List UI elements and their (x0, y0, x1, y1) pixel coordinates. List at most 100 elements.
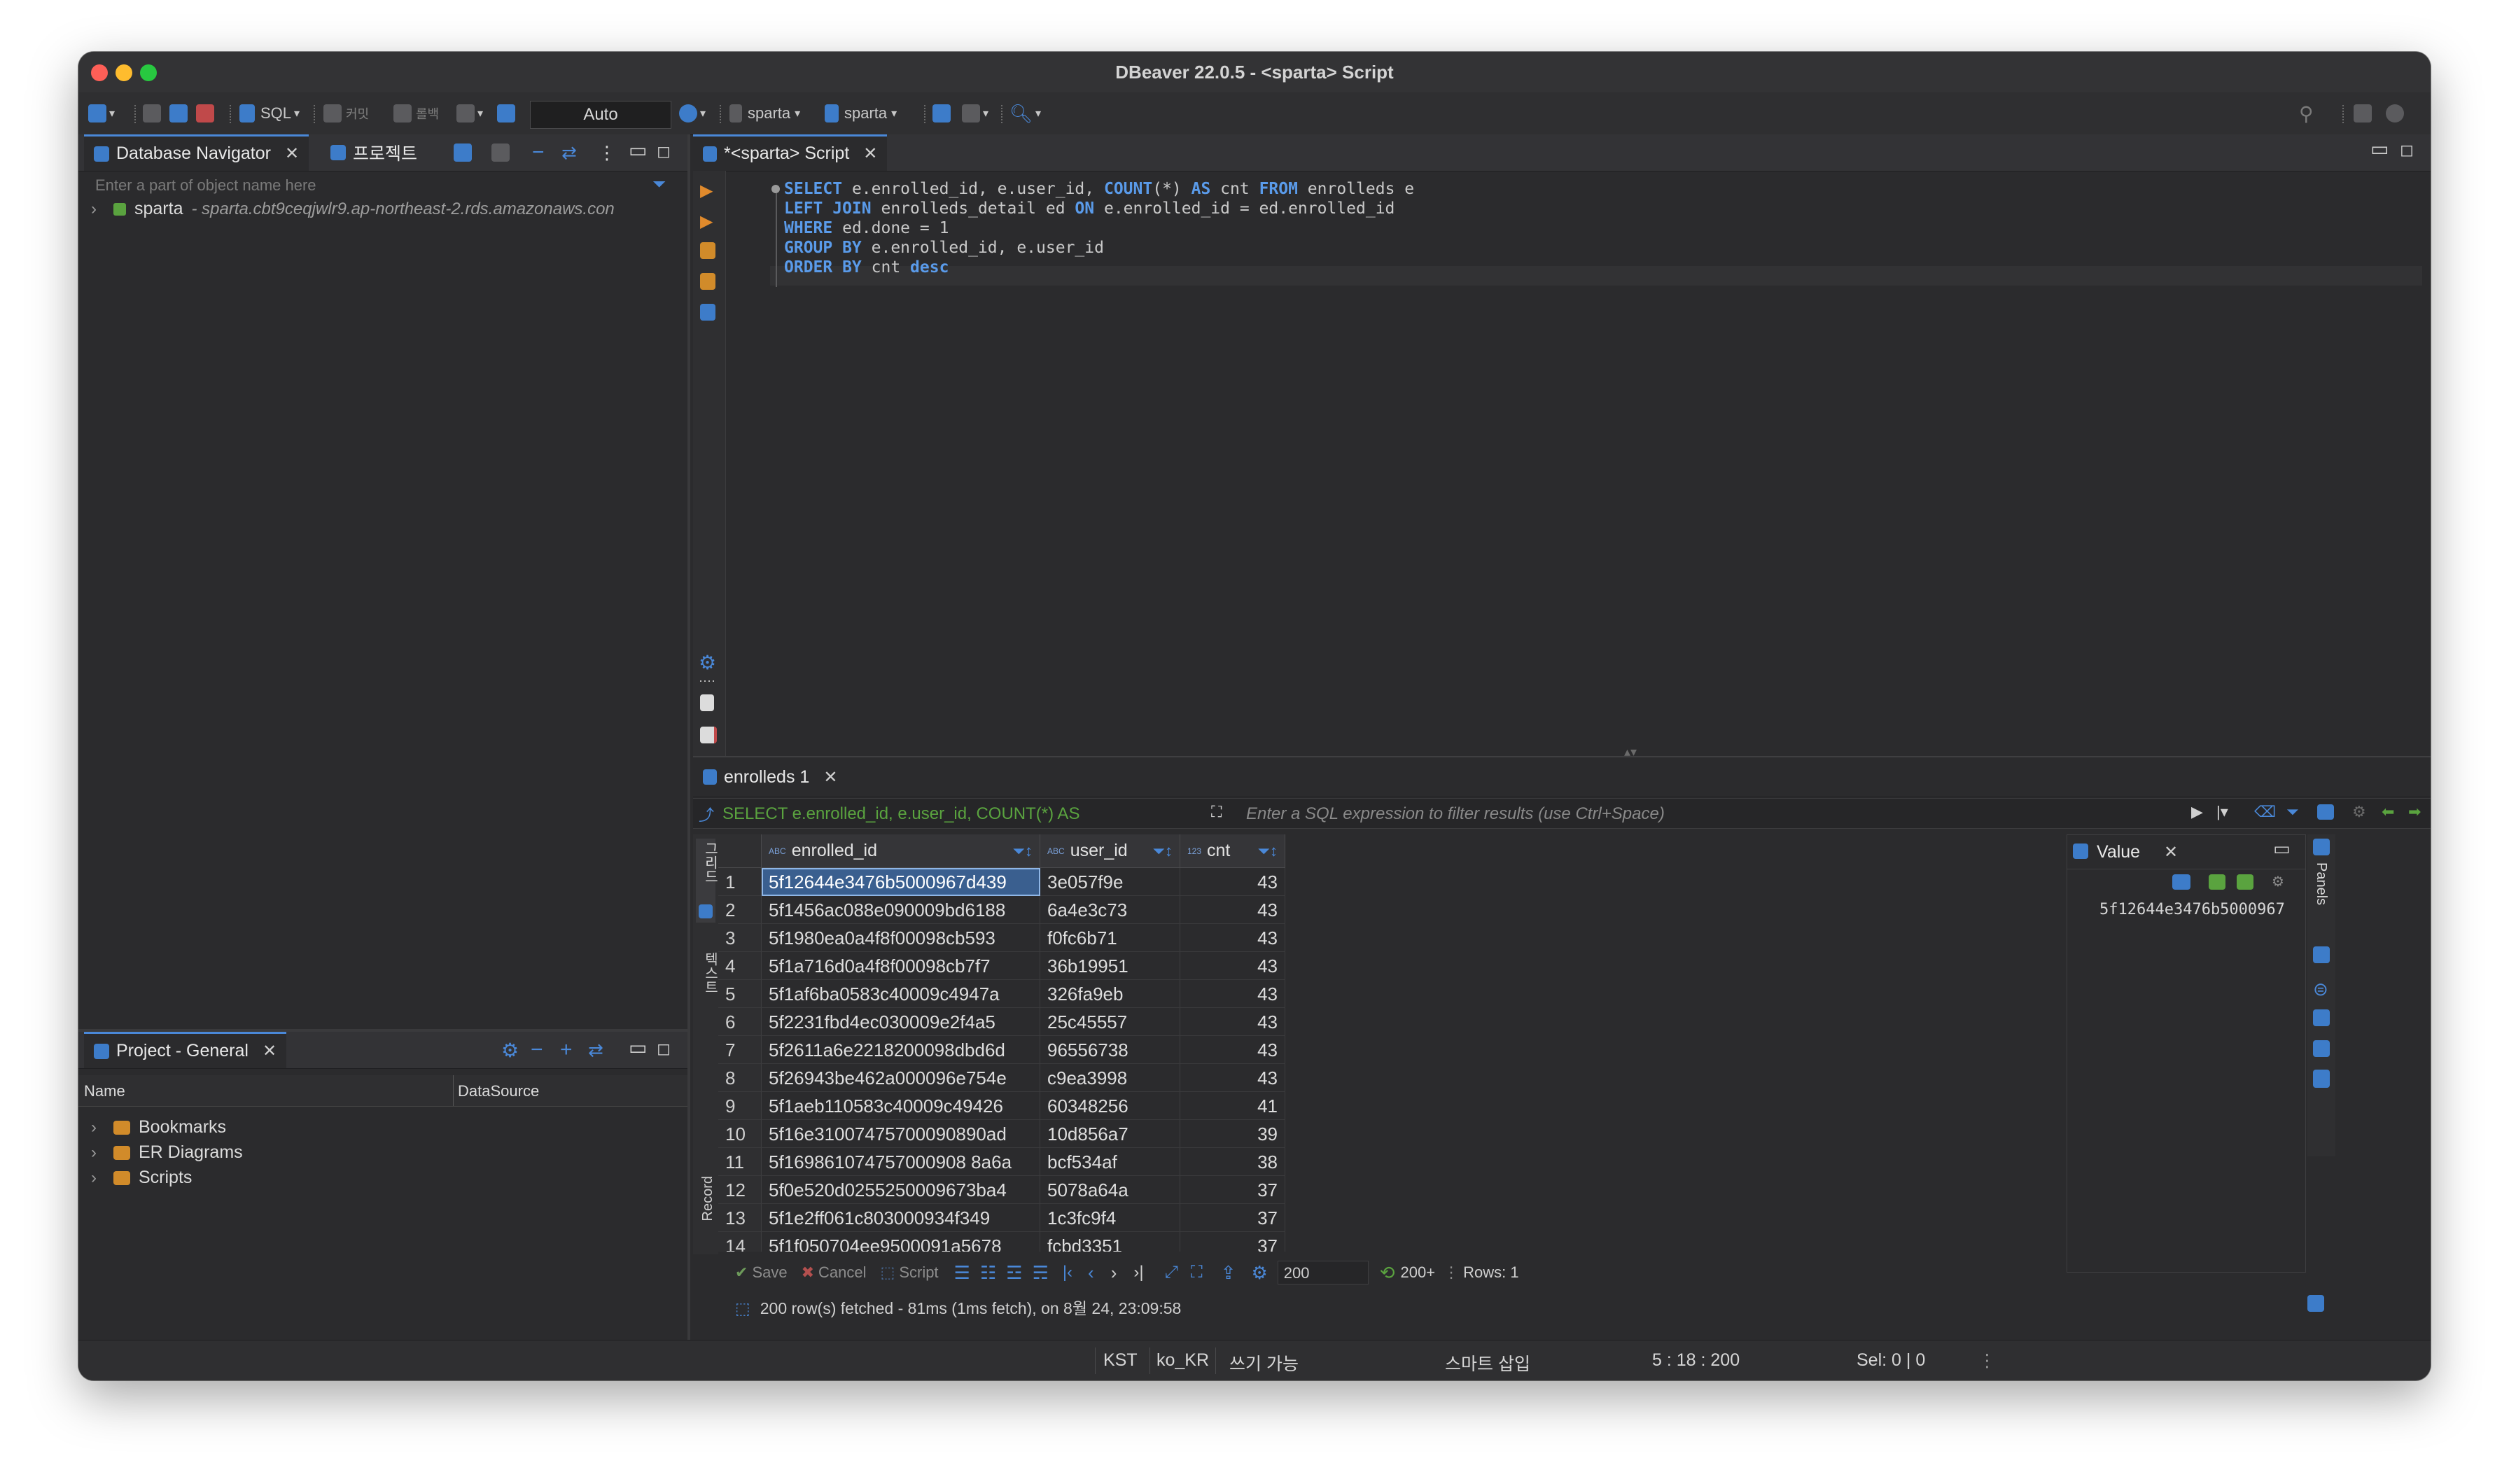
table-cell[interactable]: 37 (1180, 1176, 1285, 1204)
table-cell[interactable]: 43 (1180, 1036, 1285, 1064)
table-cell[interactable]: 3e057f9e (1040, 868, 1180, 896)
table-row[interactable]: 4 5f1a716d0a4f8f00098cb7f7 36b19951 43 (718, 952, 2034, 980)
table-row[interactable]: 13 5f1e2ff061c803000934f349 1c3fc9f4 37 (718, 1204, 2034, 1232)
fetch-more-button[interactable]: 200+ (1401, 1264, 1436, 1282)
table-cell[interactable]: 25c45557 (1040, 1008, 1180, 1036)
maximize-panel-button[interactable]: ◻ (657, 1036, 671, 1061)
save-value-icon[interactable] (2209, 874, 2225, 893)
table-cell[interactable]: 43 (1180, 952, 1285, 980)
table-cell[interactable]: 60348256 (1040, 1092, 1180, 1120)
new-script-icon[interactable] (700, 694, 714, 715)
rollback-button[interactable]: 롤백 (393, 101, 439, 126)
table-row[interactable]: 7 5f2611a6e2218200098dbd6d 96556738 43 (718, 1036, 2034, 1064)
table-cell[interactable]: 10d856a7 (1040, 1120, 1180, 1148)
search-toolbar-button[interactable]: 🔍︎ ▾ (1009, 101, 1041, 126)
table-cell[interactable]: 1c3fc9f4 (1040, 1204, 1180, 1232)
table-cell[interactable]: 5f26943be462a000096e754e (762, 1064, 1040, 1092)
table-cell[interactable]: 39 (1180, 1120, 1285, 1148)
edit-row-icon[interactable]: ☰ (954, 1262, 970, 1284)
last-page-icon[interactable]: ›| (1133, 1263, 1143, 1282)
execute-new-tab-icon[interactable]: ▶ (700, 211, 713, 232)
value-content[interactable]: 5f12644e3476b5000967 (2099, 901, 2285, 918)
sort-filter-icon[interactable]: ⏷↕ (1012, 842, 1033, 860)
row-number-cell[interactable]: 3 (718, 924, 762, 952)
row-number-cell[interactable]: 8 (718, 1064, 762, 1092)
table-row[interactable]: 3 5f1980ea0a4f8f00098cb593 f0fc6b71 43 (718, 924, 2034, 952)
copy-row-icon[interactable]: ☲ (1006, 1262, 1022, 1284)
row-number-cell[interactable]: 10 (718, 1120, 762, 1148)
table-cell[interactable]: 38 (1180, 1148, 1285, 1176)
row-number-cell[interactable]: 5 (718, 980, 762, 1008)
grouping-panel-icon[interactable] (2313, 1009, 2330, 1030)
filter-settings-icon[interactable] (2317, 804, 2334, 823)
tree-item-er-diagrams[interactable]: › ER Diagrams (91, 1142, 243, 1163)
new-connection-mini-button[interactable] (454, 140, 472, 165)
table-cell[interactable]: 5f1aeb110583c40009c49426 (762, 1092, 1040, 1120)
perspective-button[interactable] (2354, 101, 2372, 126)
sort-filter-icon[interactable]: ⏷↕ (1152, 842, 1173, 860)
fetch-size-input[interactable]: 200 (1277, 1261, 1369, 1284)
table-row[interactable]: 12 5f0e520d0255250009673ba4 5078a64a 37 (718, 1176, 2034, 1204)
table-cell[interactable]: fcbd3351 (1040, 1232, 1180, 1252)
table-row[interactable]: 10 5f16e31007475700090890ad 10d856a7 39 (718, 1120, 2034, 1148)
history-button[interactable]: ▾ (679, 101, 706, 126)
tree-item-bookmarks[interactable]: › Bookmarks (91, 1117, 226, 1138)
column-header-user-id[interactable]: ABC user_id ⏷↕ (1040, 834, 1180, 868)
save-button[interactable]: Save (752, 1264, 787, 1282)
active-schema-selector[interactable]: sparta ▾ (825, 101, 897, 126)
table-row[interactable]: 14 5f1f050704ee9500091a5678 fcbd3351 37 (718, 1232, 2034, 1252)
table-row[interactable]: 5 5f1af6ba0583c40009c4947a 326fa9eb 43 (718, 980, 2034, 1008)
table-cell[interactable]: f0fc6b71 (1040, 924, 1180, 952)
project-collapse-button[interactable]: − (531, 1037, 543, 1063)
dbeaver-perspective-button[interactable] (2386, 101, 2404, 126)
code-line[interactable]: SELECT e.enrolled_id, e.user_id, COUNT(*… (784, 179, 1414, 199)
row-number-cell[interactable]: 13 (718, 1204, 762, 1232)
row-number-cell[interactable]: 2 (718, 896, 762, 924)
transaction-mode-selector[interactable]: Auto (530, 101, 671, 129)
tab-projects[interactable]: 프로젝트 (325, 134, 423, 171)
row-number-cell[interactable]: 9 (718, 1092, 762, 1120)
status-more-icon[interactable]: ⋮ (1978, 1350, 1996, 1371)
script-button[interactable]: Script (899, 1264, 938, 1282)
table-cell[interactable]: c9ea3998 (1040, 1064, 1180, 1092)
table-row[interactable]: 11 5f169861074757000908 8a6a bcf534af 38 (718, 1148, 2034, 1176)
filter-history-icon[interactable]: |▾ (2216, 803, 2228, 821)
close-icon[interactable]: ✕ (823, 767, 837, 788)
tab-enrolleds-1[interactable]: enrolleds 1 ✕ (696, 757, 844, 797)
view-menu-button[interactable]: ⋮ (598, 140, 616, 165)
table-cell[interactable]: 37 (1180, 1232, 1285, 1252)
global-search-button[interactable]: ⚲ (2299, 101, 2314, 126)
code-line[interactable]: WHERE ed.done = 1 (784, 218, 1414, 238)
expand-filter-icon[interactable]: ⛶ (1211, 803, 1222, 821)
fullscreen-icon[interactable]: ⛶ (1191, 1263, 1203, 1282)
table-cell[interactable]: 5f1f050704ee9500091a5678 (762, 1232, 1040, 1252)
settings-gear-icon[interactable]: ⚙ (699, 651, 716, 674)
sql-editor-button[interactable]: SQL ▾ (239, 101, 300, 126)
panels-label[interactable]: Panels (2313, 862, 2329, 905)
open-script-icon[interactable] (700, 727, 717, 747)
aggregate-panel-icon[interactable]: ⊜ (2313, 979, 2328, 1000)
execute-script-icon[interactable] (700, 242, 715, 262)
table-cell[interactable]: 43 (1180, 924, 1285, 952)
row-number-cell[interactable]: 6 (718, 1008, 762, 1036)
table-row[interactable]: 8 5f26943be462a000096e754e c9ea3998 43 (718, 1064, 2034, 1092)
calculator-panel-icon[interactable] (2313, 1040, 2330, 1060)
row-number-cell[interactable]: 7 (718, 1036, 762, 1064)
add-row-icon[interactable]: ☷ (980, 1262, 996, 1284)
close-icon[interactable]: ✕ (285, 144, 299, 164)
table-cell[interactable]: 5f169861074757000908 8a6a (762, 1148, 1040, 1176)
erd-button[interactable] (932, 101, 951, 126)
minimize-editor-button[interactable]: ▭ (2370, 136, 2389, 161)
table-cell[interactable]: 43 (1180, 896, 1285, 924)
table-cell[interactable]: 5f1456ac088e090009bd6188 (762, 896, 1040, 924)
previous-page-icon[interactable]: ‹ (1088, 1262, 1094, 1284)
execute-script-new-tab-icon[interactable] (700, 273, 715, 293)
transaction-mode-button[interactable]: ▾ (456, 101, 483, 126)
table-row[interactable]: 1 5f12644e3476b5000967d439 3e057f9e 43 (718, 868, 2034, 896)
tab-database-navigator[interactable]: Database Navigator ✕ (84, 134, 309, 171)
table-cell[interactable]: bcf534af (1040, 1148, 1180, 1176)
table-row[interactable]: 9 5f1aeb110583c40009c49426 60348256 41 (718, 1092, 2034, 1120)
execute-statement-icon[interactable]: ▶ (700, 181, 713, 201)
maximize-editor-button[interactable]: ◻ (2400, 137, 2414, 162)
collapse-button[interactable] (491, 140, 510, 165)
